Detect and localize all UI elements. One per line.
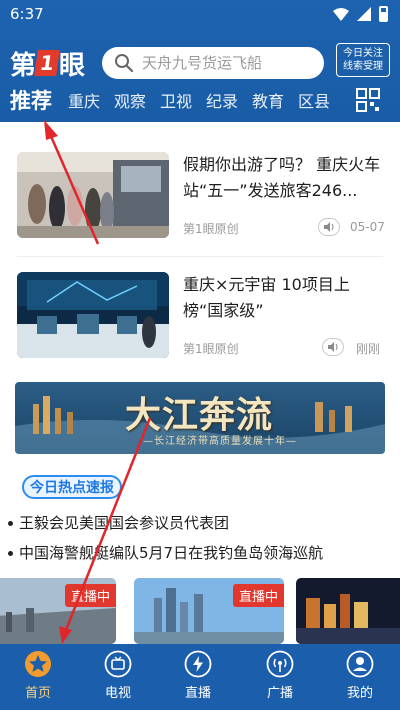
news-item[interactable]: 假期你出游了吗？ 重庆火车站“五一”发送旅客246... 第1眼原创 05-07 [0, 140, 400, 258]
tab-recommend[interactable]: 推荐 [10, 85, 52, 115]
tab-satellite-tv[interactable]: 卫视 [160, 88, 192, 112]
news-title: 重庆×元宇宙 10项目上榜“国家级” [183, 275, 350, 320]
tab-districts[interactable]: 区县 [298, 88, 330, 112]
battery-icon [379, 6, 388, 22]
status-bar: 6:37 [0, 0, 400, 30]
speaker-icon[interactable] [318, 218, 340, 236]
category-tabs: 推荐 重庆 观察 卫视 纪录 教育 区县 [0, 88, 400, 116]
tab-education[interactable]: 教育 [252, 88, 284, 112]
news-time: 刚刚 [356, 342, 381, 356]
nav-home[interactable]: 首页 [6, 650, 70, 701]
nav-live[interactable]: 直播 [166, 650, 230, 701]
banner-subtitle: —长江经济带高质量发展十年— [143, 436, 297, 447]
star-icon [25, 651, 51, 677]
live-cards: 直播中 直播中 [0, 578, 400, 644]
news-item[interactable]: 重庆×元宇宙 10项目上榜“国家级” 第1眼原创 刚刚 [0, 258, 400, 376]
live-card[interactable]: 直播中 [134, 578, 284, 644]
nav-tv[interactable]: 电视 [86, 650, 150, 701]
bottom-nav: 首页 电视 直播 广播 我的 [0, 644, 400, 710]
tab-chongqing[interactable]: 重庆 [68, 88, 100, 112]
news-time: 05-07 [350, 220, 385, 234]
status-icons [333, 6, 388, 22]
wifi-icon [333, 7, 349, 21]
app-header: 6:37 第1眼 今日关注 线索受理 推荐 重庆 观察 卫视 纪录 教育 区县 [0, 0, 400, 122]
live-tag: 直播中 [232, 584, 284, 607]
news-source: 第1眼原创 [183, 222, 239, 236]
banner-title: 大江奔流 [125, 394, 274, 436]
qr-menu-icon[interactable] [356, 88, 380, 112]
live-card[interactable] [296, 578, 400, 644]
search-input[interactable] [142, 54, 312, 72]
nav-mine[interactable]: 我的 [328, 650, 392, 701]
hot-news-text: 中国海警舰艇编队5月7日在我钓鱼岛领海巡航 [19, 544, 324, 562]
nav-label: 直播 [184, 686, 211, 701]
nav-radio[interactable]: 广播 [248, 650, 312, 701]
clue-line1: 今日关注 [343, 48, 383, 59]
nav-label: 首页 [24, 686, 51, 701]
hot-news-item[interactable]: 中国海警舰艇编队5月7日在我钓鱼岛领海巡航 [8, 542, 323, 563]
search-bar[interactable] [102, 47, 324, 79]
nav-label: 电视 [104, 686, 131, 701]
user-icon [346, 650, 374, 678]
clue-line2: 线索受理 [343, 61, 383, 72]
hot-news-badge: 今日热点速报 [22, 475, 122, 499]
promo-banner[interactable]: 大江奔流 —长江经济带高质量发展十年— [15, 382, 385, 454]
lightning-icon [184, 650, 212, 678]
live-card[interactable]: 直播中 [0, 578, 116, 644]
broadcast-icon [266, 650, 294, 678]
live-tag: 直播中 [64, 584, 116, 607]
bullet [8, 521, 13, 526]
news-title: 假期你出游了吗？ 重庆火车站“五一”发送旅客246... [183, 155, 381, 200]
news-thumbnail [17, 272, 169, 358]
news-source: 第1眼原创 [183, 342, 239, 356]
bullet [8, 551, 13, 556]
search-icon [115, 54, 134, 73]
tab-observe[interactable]: 观察 [114, 88, 146, 112]
hot-news-item[interactable]: 王毅会见美国国会参议员代表团 [8, 512, 229, 533]
app-logo[interactable]: 第1眼 [10, 46, 85, 81]
signal-icon [357, 7, 371, 21]
speaker-icon[interactable] [322, 338, 344, 356]
clue-report-button[interactable]: 今日关注 线索受理 [336, 43, 390, 77]
status-time: 6:37 [10, 5, 44, 23]
tab-documentary[interactable]: 纪录 [206, 88, 238, 112]
divider [17, 256, 383, 257]
nav-label: 我的 [346, 686, 373, 701]
nav-label: 广播 [266, 686, 293, 701]
news-thumbnail [17, 152, 169, 238]
hot-news-text: 王毅会见美国国会参议员代表团 [19, 514, 230, 532]
tv-icon [104, 650, 132, 678]
